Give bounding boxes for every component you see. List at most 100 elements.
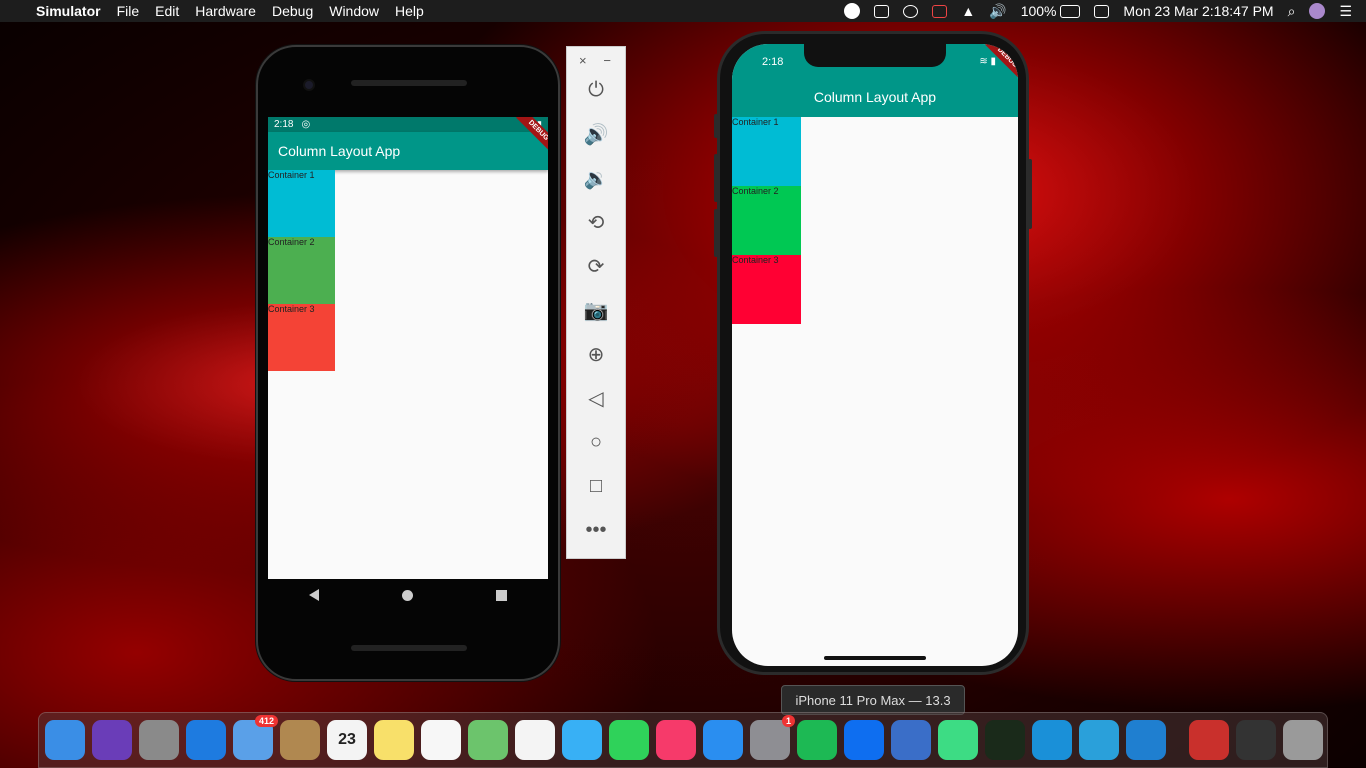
- nav-home-icon[interactable]: [401, 589, 413, 601]
- home-indicator[interactable]: [824, 656, 926, 660]
- zoom-icon[interactable]: ⊕: [567, 332, 625, 376]
- photos-icon[interactable]: [515, 720, 555, 760]
- launchpad-icon[interactable]: [139, 720, 179, 760]
- system-preferences-icon[interactable]: 1: [750, 715, 795, 760]
- messages-icon[interactable]: [562, 720, 602, 760]
- activity-monitor-icon[interactable]: [985, 720, 1025, 760]
- clock[interactable]: Mon 23 Mar 2:18:47 PM: [1123, 3, 1273, 19]
- app-status-icon[interactable]: [932, 4, 948, 18]
- container-label: Container 2: [732, 186, 779, 196]
- android-status-bar: 2:18 ◎ ▾◢▮: [268, 117, 548, 132]
- xcode-instruments-icon[interactable]: [891, 720, 931, 760]
- android-container-1: Container 1: [268, 170, 335, 237]
- reminders-icon[interactable]: [421, 720, 461, 760]
- menu-debug[interactable]: Debug: [272, 3, 313, 19]
- container-label: Container 1: [732, 117, 779, 127]
- notification-badge: 412: [254, 715, 278, 727]
- trash-icon[interactable]: [1283, 720, 1323, 760]
- mail-icon[interactable]: 412: [233, 715, 278, 760]
- close-icon[interactable]: ×: [579, 53, 587, 68]
- keyboard-icon[interactable]: [1094, 4, 1110, 18]
- volume-up-icon[interactable]: 🔊: [567, 112, 625, 156]
- container-label: Container 3: [732, 255, 779, 265]
- teamviewer-icon[interactable]: [844, 720, 884, 760]
- safari-icon[interactable]: [186, 720, 226, 760]
- iphone-app-bar: 2:18 ≋ ▮ Column Layout App DEBUG: [732, 44, 1018, 117]
- front-camera: [303, 79, 315, 91]
- finder-icon[interactable]: [45, 720, 85, 760]
- calendar-icon[interactable]: 23: [327, 720, 367, 760]
- menu-edit[interactable]: Edit: [155, 3, 179, 19]
- overview-icon[interactable]: □: [567, 464, 625, 508]
- minimize-icon[interactable]: −: [603, 53, 611, 68]
- nav-recents-icon[interactable]: [495, 589, 507, 601]
- iphone-container-2: Container 2: [732, 186, 801, 255]
- spotify-icon[interactable]: [797, 720, 837, 760]
- menu-bar: Simulator File Edit Hardware Debug Windo…: [0, 0, 1366, 22]
- vscode-icon[interactable]: [1126, 720, 1166, 760]
- facetime-icon[interactable]: [609, 720, 649, 760]
- iphone-container-1: Container 1: [732, 117, 801, 186]
- siri-icon[interactable]: [92, 720, 132, 760]
- iphone-simulator-device: 2:18 ≋ ▮ Column Layout App DEBUG Contain…: [714, 31, 1032, 675]
- menu-hardware[interactable]: Hardware: [195, 3, 256, 19]
- menu-file[interactable]: File: [117, 3, 140, 19]
- screenshot-file-icon[interactable]: [1189, 720, 1229, 760]
- battery-status[interactable]: 100%: [1021, 3, 1081, 19]
- volume-down-icon[interactable]: 🔉: [567, 156, 625, 200]
- menu-app-name[interactable]: Simulator: [36, 3, 101, 19]
- container-label: Container 1: [268, 170, 315, 180]
- sync-icon: ◎: [301, 119, 311, 130]
- contacts-icon[interactable]: [280, 720, 320, 760]
- volume-up-button[interactable]: [714, 154, 718, 202]
- notes-icon[interactable]: [374, 720, 414, 760]
- rotate-right-icon[interactable]: ⟳: [567, 244, 625, 288]
- accessibility-icon[interactable]: [874, 4, 890, 18]
- home-icon[interactable]: ○: [567, 420, 625, 464]
- camera-icon[interactable]: 📷: [567, 288, 625, 332]
- android-time: 2:18: [274, 119, 294, 130]
- spotlight-search-icon[interactable]: ⌕: [1288, 3, 1296, 20]
- terminal-window-icon[interactable]: [1236, 720, 1276, 760]
- mute-switch[interactable]: [714, 114, 718, 138]
- earpiece-speaker: [351, 80, 467, 86]
- wifi-battery-icons: ≋ ▮: [979, 56, 996, 67]
- android-container-3: Container 3: [268, 304, 335, 371]
- iphone-screen[interactable]: 2:18 ≋ ▮ Column Layout App DEBUG Contain…: [732, 44, 1018, 666]
- app-store-icon[interactable]: [703, 720, 743, 760]
- telegram-icon[interactable]: [1079, 720, 1119, 760]
- navigation-icon[interactable]: [844, 3, 861, 19]
- messenger-icon[interactable]: [903, 4, 919, 18]
- itunes-icon[interactable]: [656, 720, 696, 760]
- notification-badge: 1: [781, 715, 795, 727]
- menu-help[interactable]: Help: [395, 3, 424, 19]
- side-button[interactable]: [1028, 159, 1032, 229]
- container-label: Container 2: [268, 237, 315, 247]
- android-nav-bar: [268, 579, 548, 611]
- nav-back-icon[interactable]: [309, 589, 320, 601]
- status-menu-area: ▲ 🔊 100% Mon 23 Mar 2:18:47 PM ⌕ ☰: [844, 0, 1366, 22]
- device-tooltip: iPhone 11 Pro Max — 13.3: [781, 685, 965, 715]
- power-icon[interactable]: ⏻: [567, 68, 625, 112]
- maps-icon[interactable]: [468, 720, 508, 760]
- siri-menu-icon[interactable]: [1309, 3, 1326, 19]
- android-screen[interactable]: 2:18 ◎ ▾◢▮ Column Layout App Container 1…: [268, 117, 548, 579]
- more-icon[interactable]: •••: [567, 508, 625, 552]
- edge-icon[interactable]: [1032, 720, 1072, 760]
- android-container-2: Container 2: [268, 237, 335, 304]
- menu-window[interactable]: Window: [329, 3, 379, 19]
- notification-center-icon[interactable]: ☰: [1339, 3, 1352, 20]
- android-studio-icon[interactable]: [938, 720, 978, 760]
- android-app-title: Column Layout App: [278, 143, 401, 159]
- volume-icon[interactable]: 🔊: [989, 3, 1006, 20]
- volume-down-button[interactable]: [714, 209, 718, 257]
- container-label: Container 3: [268, 304, 315, 314]
- bottom-speaker: [351, 645, 467, 651]
- back-icon[interactable]: ◁: [567, 376, 625, 420]
- battery-percent: 100%: [1020, 3, 1057, 19]
- airplay-icon[interactable]: ▲: [961, 3, 975, 19]
- android-app-bar: Column Layout App: [268, 132, 548, 170]
- iphone-app-title: Column Layout App: [813, 89, 937, 105]
- rotate-left-icon[interactable]: ⟲: [567, 200, 625, 244]
- emulator-toolbar: × − ⏻ 🔊 🔉 ⟲ ⟳ 📷 ⊕ ◁ ○ □ •••: [566, 46, 626, 559]
